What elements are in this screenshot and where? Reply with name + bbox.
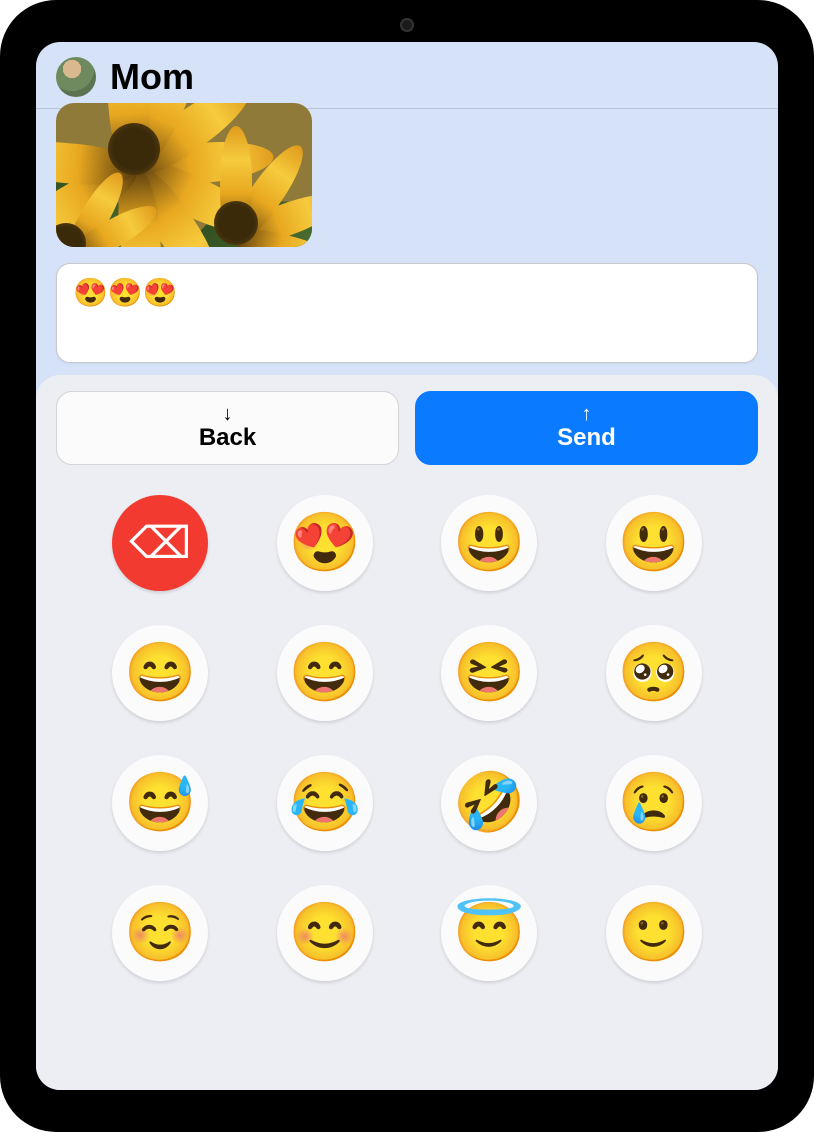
delete-key[interactable]: ⌫ (112, 495, 208, 591)
received-image-message[interactable] (56, 103, 312, 247)
emoji-key[interactable]: 😢 (606, 755, 702, 851)
emoji-key[interactable]: 🤣 (441, 755, 537, 851)
up-arrow-icon: ↑ (582, 404, 592, 424)
emoji-key[interactable]: 😇 (441, 885, 537, 981)
emoji-key[interactable]: 😅 (112, 755, 208, 851)
emoji-key[interactable]: 😄 (277, 625, 373, 721)
emoji-key[interactable]: 😍 (277, 495, 373, 591)
backspace-icon: ⌫ (129, 518, 191, 569)
emoji-key[interactable]: 😊 (277, 885, 373, 981)
emoji-key[interactable]: ☺️ (112, 885, 208, 981)
emoji-keyboard: ↓ Back ↑ Send ⌫ 😍 😃 😃 😄 😄 😆 🥺 (36, 375, 778, 1090)
contact-name: Mom (110, 56, 194, 98)
back-button[interactable]: ↓ Back (56, 391, 399, 465)
emoji-key[interactable]: 🥺 (606, 625, 702, 721)
emoji-grid: ⌫ 😍 😃 😃 😄 😄 😆 🥺 😅 😂 🤣 😢 ☺️ 😊 😇 🙂 (56, 495, 758, 981)
emoji-key[interactable]: 🙂 (606, 885, 702, 981)
emoji-key[interactable]: 😆 (441, 625, 537, 721)
emoji-key[interactable]: 😃 (441, 495, 537, 591)
send-button[interactable]: ↑ Send (415, 391, 758, 465)
conversation-header: Mom (36, 42, 778, 109)
emoji-key[interactable]: 😂 (277, 755, 373, 851)
action-row: ↓ Back ↑ Send (56, 391, 758, 465)
send-button-label: Send (557, 424, 616, 452)
emoji-key[interactable]: 😃 (606, 495, 702, 591)
screen: Mom (36, 42, 778, 1090)
emoji-key[interactable]: 😄 (112, 625, 208, 721)
down-arrow-icon: ↓ (223, 404, 233, 424)
message-input[interactable]: 😍😍😍 (56, 263, 758, 363)
conversation (36, 109, 778, 255)
front-camera (400, 18, 414, 32)
avatar[interactable] (56, 57, 96, 97)
back-button-label: Back (199, 424, 256, 452)
message-input-value: 😍😍😍 (73, 277, 178, 308)
